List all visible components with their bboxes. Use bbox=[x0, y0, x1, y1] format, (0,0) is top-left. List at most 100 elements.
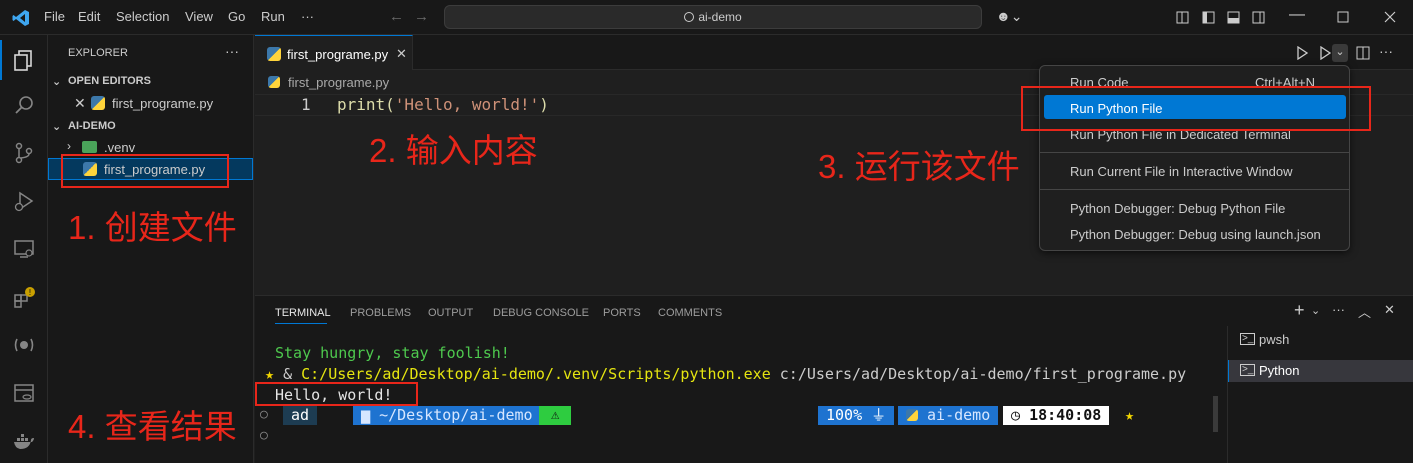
venv-chevron-icon[interactable]: › bbox=[67, 139, 71, 153]
script-path: c:/Users/ad/Desktop/ai-demo/first_progra… bbox=[779, 365, 1187, 383]
menu-debug-launch-json[interactable]: Python Debugger: Debug using launch.json bbox=[1070, 227, 1321, 242]
venv-folder[interactable]: .venv bbox=[104, 140, 135, 155]
tab-comments[interactable]: COMMENTS bbox=[658, 307, 722, 319]
annotation-step-4: 4. 查看结果 bbox=[68, 408, 237, 445]
annotation-box-file bbox=[61, 154, 229, 188]
explorer-icon[interactable] bbox=[0, 40, 48, 80]
battery-value: 100% bbox=[826, 406, 863, 424]
terminal-icon: >_ bbox=[1240, 333, 1256, 345]
prompt-circle-icon: ○ bbox=[260, 407, 268, 422]
python-env-segment: ai-demo bbox=[896, 406, 999, 425]
annotation-box-output bbox=[255, 382, 418, 406]
explorer-title: EXPLORER bbox=[68, 47, 128, 59]
menu-file[interactable]: File bbox=[44, 9, 65, 24]
code-function: print( bbox=[337, 95, 395, 114]
menu-view[interactable]: View bbox=[185, 9, 213, 24]
warning-icon: ⚠ bbox=[551, 407, 560, 423]
tab-output[interactable]: OUTPUT bbox=[428, 307, 473, 319]
tab-label: first_programe.py bbox=[287, 47, 389, 62]
back-arrow-icon[interactable]: ← bbox=[389, 8, 404, 25]
panel-more-icon[interactable]: ··· bbox=[1332, 302, 1345, 317]
menu-run-interactive-window[interactable]: Run Current File in Interactive Window bbox=[1070, 164, 1293, 179]
remote-explorer-icon[interactable] bbox=[0, 229, 48, 269]
code-string: 'Hello, world!' bbox=[394, 95, 540, 114]
chevron-down-icon[interactable]: ⌄ bbox=[1332, 44, 1348, 62]
run-debug-icon[interactable] bbox=[0, 181, 48, 221]
title-bar: File Edit Selection View Go Run ··· ← → … bbox=[0, 0, 1413, 35]
copilot-icon[interactable]: ☻⌄ bbox=[996, 8, 1022, 25]
folder-icon bbox=[82, 141, 97, 153]
tab-first-programe[interactable]: first_programe.py ✕ bbox=[255, 35, 413, 70]
folder-icon: ▆ bbox=[361, 406, 380, 424]
maximize-icon[interactable] bbox=[1337, 11, 1349, 23]
prompt-path-segment: ▆ ~/Desktop/ai-demo bbox=[353, 406, 541, 425]
open-editors-chevron-icon[interactable]: ⌄ bbox=[52, 75, 61, 88]
menu-go[interactable]: Go bbox=[228, 9, 245, 24]
copilot-chat-icon[interactable] bbox=[0, 325, 48, 365]
code-paren: ) bbox=[539, 95, 549, 114]
breadcrumb[interactable]: first_programe.py bbox=[288, 75, 389, 90]
cursor-circle-icon: ○ bbox=[260, 428, 268, 443]
open-editors-header[interactable]: OPEN EDITORS bbox=[68, 75, 151, 87]
toggle-secondary-sidebar-icon[interactable] bbox=[1252, 11, 1265, 24]
vscode-logo-icon bbox=[12, 10, 29, 26]
annotation-step-2: 2. 输入内容 bbox=[369, 132, 538, 169]
toggle-sidebar-icon[interactable] bbox=[1202, 11, 1215, 24]
terminal-pwsh[interactable]: pwsh bbox=[1259, 332, 1289, 347]
close-window-icon[interactable] bbox=[1384, 11, 1396, 23]
new-terminal-icon[interactable]: + bbox=[1294, 300, 1305, 321]
search-icon bbox=[684, 12, 695, 22]
open-editor-item[interactable]: first_programe.py bbox=[112, 96, 213, 111]
source-control-icon[interactable] bbox=[0, 133, 48, 173]
close-panel-icon[interactable]: ✕ bbox=[1384, 302, 1395, 318]
maximize-panel-icon[interactable]: ︿ bbox=[1358, 302, 1371, 321]
menu-debug-python-file[interactable]: Python Debugger: Debug Python File bbox=[1070, 201, 1285, 216]
python-file-icon bbox=[268, 75, 280, 93]
project-header[interactable]: AI-DEMO bbox=[68, 120, 116, 132]
menu-edit[interactable]: Edit bbox=[78, 9, 100, 24]
terminal-tab-underline bbox=[275, 323, 327, 324]
python-exe-path: C:/Users/ad/Desktop/ai-demo/.venv/Script… bbox=[301, 365, 771, 383]
amp: & bbox=[283, 365, 293, 383]
vscode-window: File Edit Selection View Go Run ··· ← → … bbox=[0, 0, 1413, 463]
minimize-icon[interactable]: — bbox=[1289, 6, 1305, 24]
tab-ports[interactable]: PORTS bbox=[603, 307, 641, 319]
plug-icon: ⏚ bbox=[862, 406, 887, 424]
database-icon[interactable] bbox=[0, 373, 48, 413]
annotation-box-run bbox=[1021, 86, 1371, 131]
forward-arrow-icon[interactable]: → bbox=[414, 8, 429, 25]
project-chevron-icon[interactable]: ⌄ bbox=[52, 120, 61, 133]
split-editor-icon[interactable] bbox=[1356, 46, 1370, 60]
terminal-scrollbar[interactable] bbox=[1213, 396, 1218, 432]
menu-more[interactable]: ··· bbox=[301, 9, 314, 24]
command-center-search[interactable]: ai-demo bbox=[444, 5, 982, 29]
search-view-icon[interactable] bbox=[0, 85, 48, 125]
menu-selection[interactable]: Selection bbox=[116, 9, 169, 24]
annotation-step-1: 1. 创建文件 bbox=[68, 209, 237, 246]
terminal-icon: >_ bbox=[1240, 364, 1256, 376]
tab-terminal[interactable]: TERMINAL bbox=[275, 307, 331, 319]
terminal-dropdown-icon[interactable]: ⌄ bbox=[1311, 304, 1320, 317]
close-editor-icon[interactable]: ✕ bbox=[74, 95, 86, 112]
explorer-more-icon[interactable]: ··· bbox=[225, 43, 239, 59]
python-icon bbox=[906, 409, 918, 421]
close-tab-icon[interactable]: ✕ bbox=[396, 46, 407, 62]
tab-problems[interactable]: PROBLEMS bbox=[350, 307, 411, 319]
battery-segment: 100% ⏚ bbox=[818, 406, 895, 425]
run-dropdown-icon[interactable] bbox=[1319, 46, 1331, 60]
customize-layout-icon[interactable] bbox=[1176, 11, 1189, 24]
toggle-panel-icon[interactable] bbox=[1227, 11, 1240, 24]
code-line[interactable]: print('Hello, world!') bbox=[337, 95, 549, 114]
docker-icon[interactable] bbox=[0, 421, 48, 461]
terminal-python[interactable]: Python bbox=[1259, 363, 1299, 378]
prompt-user: ad bbox=[291, 406, 310, 424]
menu-divider bbox=[1040, 189, 1349, 190]
prompt-path: ~/Desktop/ai-demo bbox=[379, 406, 533, 424]
extensions-icon[interactable]: ! bbox=[0, 277, 48, 317]
menu-run[interactable]: Run bbox=[261, 9, 285, 24]
terminal-motd: Stay hungry, stay foolish! bbox=[275, 344, 510, 362]
tab-debug-console[interactable]: DEBUG CONSOLE bbox=[493, 307, 589, 319]
prompt-user-segment: ad bbox=[283, 406, 318, 425]
run-file-icon[interactable] bbox=[1296, 46, 1308, 60]
editor-more-icon[interactable]: ··· bbox=[1379, 43, 1393, 59]
